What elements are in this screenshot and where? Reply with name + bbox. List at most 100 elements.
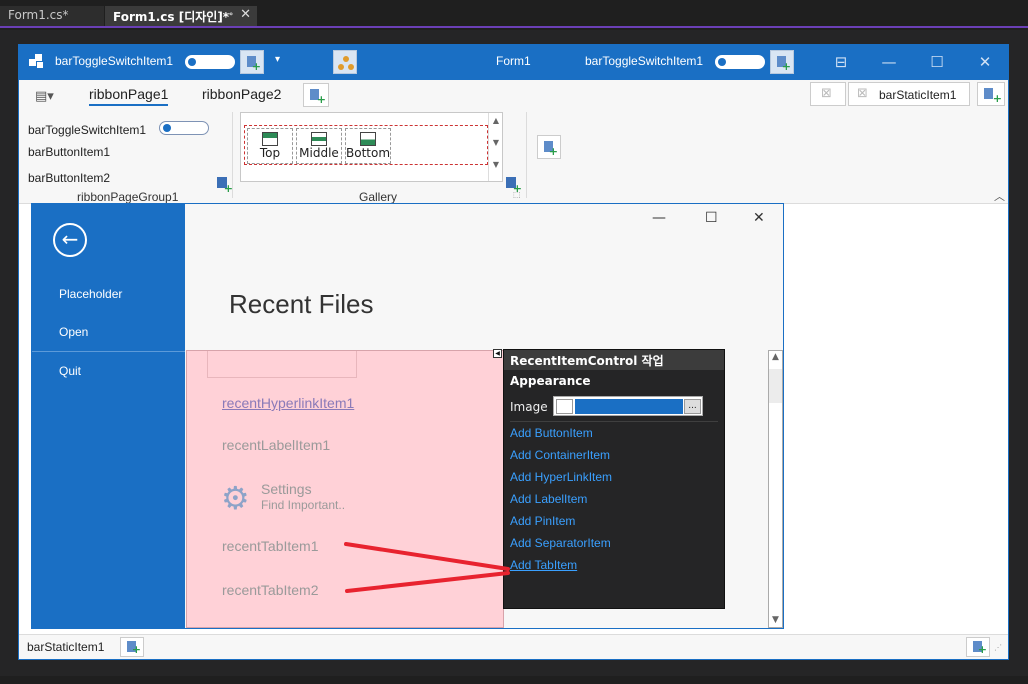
smart-tag-header: RecentItemControl 작업 [504, 350, 724, 370]
group-toggle-label: barToggleSwitchItem1 [28, 123, 147, 137]
gallery-item-top[interactable]: Top [247, 128, 293, 164]
menu-item-open[interactable]: Open [59, 325, 88, 339]
scroll-down-icon[interactable]: ▼ [489, 138, 503, 147]
recent-hyperlink-item[interactable]: recentHyperlinkItem1 [222, 395, 354, 411]
add-group-item-icon[interactable]: + [216, 176, 233, 194]
image-swatch [556, 399, 573, 414]
scroll-up-icon[interactable]: ▲ [489, 116, 503, 125]
static-item-label: barStaticItem1 [879, 88, 957, 102]
add-page-button[interactable]: + [303, 83, 329, 107]
gallery-item-bottom[interactable]: Bottom [345, 128, 391, 164]
vertical-scrollbar[interactable]: ▲ ▼ [768, 350, 783, 628]
status-bar: barStaticItem1 + + ⋰ [19, 634, 1008, 659]
ribbon: ▤▾ ribbonPage1 ribbonPage2 + ⊠ ⊠ barStat… [19, 80, 1008, 204]
maximize-icon[interactable]: ☐ [922, 49, 952, 75]
app-icon [29, 54, 45, 70]
scroll-down-icon[interactable]: ▼ [769, 615, 782, 625]
add-group-button[interactable]: + [537, 135, 561, 159]
ribbon-display-options-icon[interactable]: ⊟ [826, 49, 856, 75]
menu-separator [32, 351, 185, 352]
gallery: Top Middle Bottom ▲ ▼ ▼ [240, 112, 503, 182]
add-container-item-link[interactable]: Add ContainerItem [510, 448, 610, 462]
search-icon-button[interactable]: ⊠ [810, 82, 846, 106]
tab-ribbonpage2[interactable]: ribbonPage2 [202, 86, 281, 102]
gallery-item-label: Top [259, 146, 281, 160]
close-icon[interactable]: ✕ [240, 7, 251, 22]
recent-tab-item1[interactable]: recentTabItem1 [222, 538, 319, 554]
settings-subtitle: Find Important.. [261, 498, 346, 512]
gear-icon: ⚙ [221, 479, 250, 517]
menu-item-placeholder[interactable]: Placeholder [59, 287, 122, 301]
group-toggle-switch[interactable] [159, 121, 209, 135]
gallery-item-label: Bottom [346, 146, 391, 160]
chevron-down-icon[interactable]: ▾ [275, 54, 280, 65]
title-toggle-label-right: barToggleSwitchItem1 [585, 54, 704, 68]
image-label: Image [510, 400, 548, 414]
add-hyperlink-item-link[interactable]: Add HyperLinkItem [510, 470, 612, 484]
smart-tag-collapse-icon[interactable]: ◀ [493, 349, 502, 358]
ribbon-title-bar: barToggleSwitchItem1 + ▾ Form1 barToggle… [19, 45, 1008, 80]
form-title: Form1 [496, 54, 531, 68]
add-item-button-right[interactable]: + [770, 50, 794, 74]
designer-icon-button[interactable] [333, 50, 357, 74]
minimize-icon[interactable]: — [874, 49, 904, 75]
add-label-item-link[interactable]: Add LabelItem [510, 492, 587, 506]
recent-tab-item2[interactable]: recentTabItem2 [222, 582, 319, 598]
add-item-button[interactable]: + [240, 50, 264, 74]
tab-label: Form1.cs [디자인]* [113, 10, 230, 24]
scroll-thumb[interactable] [769, 369, 782, 403]
add-right-item-button[interactable]: + [977, 82, 1005, 106]
menu-item-quit[interactable]: Quit [59, 364, 81, 378]
add-status-item-button[interactable]: + [120, 637, 144, 657]
ide-tab-strip: Form1.cs* Form1.cs [디자인]* ⊸ ✕ [0, 0, 1028, 28]
close-icon[interactable]: ✕ [753, 210, 765, 226]
gallery-item-label: Middle [299, 146, 339, 160]
pin-icon[interactable]: ⊸ [225, 9, 233, 20]
smart-tag-section: Appearance [510, 374, 591, 388]
search-icon: ⊠ [821, 86, 832, 101]
tab-form1-designer[interactable]: Form1.cs [디자인]* ⊸ ✕ [105, 6, 257, 26]
smart-tag-panel: RecentItemControl 작업 Appearance Image ..… [503, 349, 725, 609]
image-value [575, 399, 683, 414]
minimize-icon[interactable]: — [652, 210, 666, 226]
back-arrow-icon[interactable]: ← [53, 223, 87, 257]
tab-ribbonpage1[interactable]: ribbonPage1 [89, 86, 169, 106]
maximize-icon[interactable]: ☐ [705, 210, 718, 226]
search-box[interactable] [207, 351, 357, 378]
add-tab-item-link[interactable]: Add TabItem [510, 558, 577, 572]
close-icon[interactable]: ✕ [970, 49, 1000, 75]
add-status-item-right-button[interactable]: + [966, 637, 990, 657]
title-toggle-switch[interactable] [185, 55, 235, 69]
image-field[interactable]: ... [553, 396, 703, 416]
recent-label-item: recentLabelItem1 [222, 437, 331, 453]
settings-title[interactable]: Settings [261, 481, 312, 497]
bar-button-item2[interactable]: barButtonItem2 [28, 171, 110, 185]
image-browse-button[interactable]: ... [684, 399, 701, 414]
gallery-dropdown-icon[interactable]: ▼ [489, 160, 503, 169]
add-pin-item-link[interactable]: Add PinItem [510, 514, 575, 528]
gallery-items-area: Top Middle Bottom [244, 125, 488, 165]
group-divider [232, 112, 233, 198]
tab-label: Form1.cs* [8, 8, 69, 22]
static-item-box[interactable]: ⊠ barStaticItem1 [848, 82, 970, 106]
scroll-up-icon[interactable]: ▲ [769, 352, 782, 362]
file-menu-icon[interactable]: ▤▾ [35, 89, 54, 104]
resize-grip-icon[interactable]: ⋰ [994, 643, 1002, 652]
status-static-item: barStaticItem1 [27, 640, 105, 654]
bar-button-item1[interactable]: barButtonItem1 [28, 145, 110, 159]
gallery-scroller[interactable]: ▲ ▼ ▼ [488, 113, 503, 181]
add-button-item-link[interactable]: Add ButtonItem [510, 426, 593, 440]
dialog-launcher-icon[interactable]: ⬚ [513, 190, 521, 199]
add-separator-item-link[interactable]: Add SeparatorItem [510, 536, 611, 550]
gallery-item-middle[interactable]: Middle [296, 128, 342, 164]
collapse-ribbon-icon[interactable]: ︿ [994, 188, 1005, 204]
title-toggle-switch-right[interactable] [715, 55, 765, 69]
title-toggle-label: barToggleSwitchItem1 [55, 54, 174, 68]
tab-form1-code[interactable]: Form1.cs* [0, 6, 104, 26]
recent-item-control: recentHyperlinkItem1 recentLabelItem1 ⚙ … [186, 350, 504, 628]
panel-separator [510, 421, 718, 422]
page-title: Recent Files [229, 289, 374, 319]
gallery-caption: Gallery [359, 190, 398, 204]
group-divider [526, 112, 527, 198]
backstage-menu: ← Placeholder Open Quit [32, 204, 185, 628]
